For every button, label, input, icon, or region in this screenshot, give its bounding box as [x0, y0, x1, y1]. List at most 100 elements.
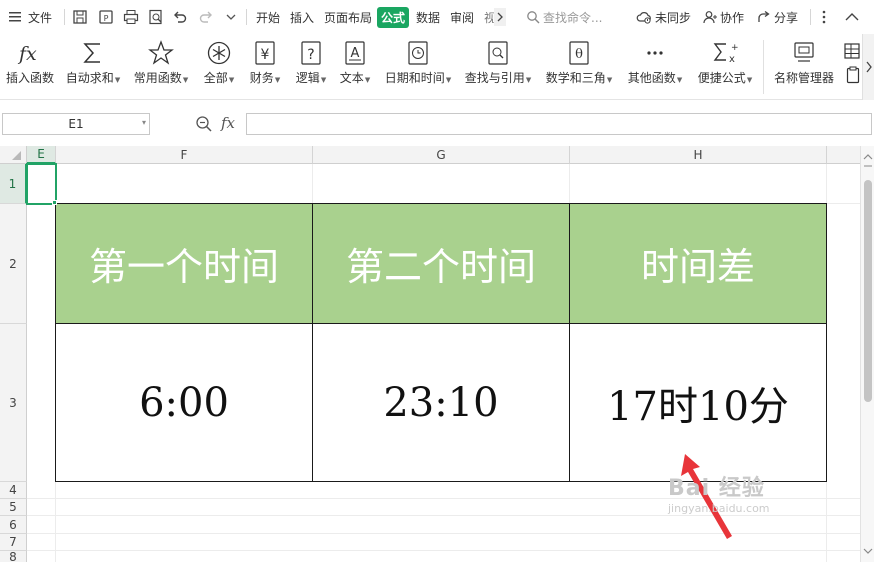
- autosum-button[interactable]: 自动求和▼: [64, 38, 122, 96]
- row-header-1[interactable]: 1: [0, 164, 27, 204]
- name-box-dropdown-icon[interactable]: ▾: [142, 118, 146, 127]
- math-trig-label: 数学和三角: [545, 71, 606, 85]
- all-functions-label: 全部: [203, 71, 228, 85]
- tabs-scroll-right[interactable]: [494, 0, 506, 34]
- fill-handle[interactable]: [52, 200, 57, 205]
- table-value-cell[interactable]: 6:00: [55, 323, 313, 482]
- name-manager-button[interactable]: 名称管理器: [770, 38, 838, 96]
- table-header-cell[interactable]: 时间差: [569, 203, 827, 324]
- file-menu-label: 文件: [28, 10, 53, 25]
- share-button[interactable]: 分享: [757, 0, 798, 34]
- sigma-sum-icon: [83, 43, 100, 63]
- quick-formula-button[interactable]: + x 便捷公式▼: [694, 38, 756, 96]
- name-box-value: E1: [68, 117, 84, 131]
- all-functions-button[interactable]: 全部▼: [200, 38, 238, 96]
- financial-functions-button[interactable]: ¥ 财务▼: [246, 38, 284, 96]
- column-header-g[interactable]: G: [313, 146, 570, 164]
- table-header-cell[interactable]: 第一个时间: [55, 203, 313, 324]
- more-options-button[interactable]: [821, 0, 827, 34]
- star-icon: [148, 40, 174, 65]
- print-button[interactable]: [123, 0, 139, 34]
- financial-functions-label: 财务: [249, 71, 274, 85]
- collapse-ribbon-button[interactable]: [845, 0, 859, 34]
- chevron-up-icon: [845, 13, 859, 21]
- search-icon: [527, 11, 540, 24]
- insert-function-label: 插入函数: [5, 71, 54, 85]
- file-menu[interactable]: 文件: [8, 0, 52, 34]
- row-header-2[interactable]: 2: [0, 204, 27, 324]
- lookup-reference-button[interactable]: 查找与引用▼: [462, 38, 534, 96]
- scrollbar-thumb[interactable]: [864, 180, 872, 402]
- redo-icon: [199, 11, 212, 23]
- tab-review[interactable]: 审阅: [450, 0, 474, 34]
- svg-text:?: ?: [307, 47, 314, 63]
- watermark-main-text: Bai 经验: [668, 476, 765, 501]
- print-preview-button[interactable]: [148, 0, 164, 34]
- chevron-right-icon: [494, 8, 506, 26]
- name-box[interactable]: E1 ▾: [2, 113, 150, 135]
- yen-icon: ¥: [255, 41, 275, 65]
- svg-text:+: +: [731, 43, 738, 53]
- sigma-x-icon: +x: [713, 43, 738, 65]
- pdf-icon: P: [99, 10, 113, 24]
- tab-data[interactable]: 数据: [416, 0, 440, 34]
- tab-formulas[interactable]: 公式: [377, 0, 410, 34]
- text-functions-button[interactable]: A 文本▼: [336, 38, 374, 96]
- select-all-triangle-icon: [12, 151, 21, 160]
- svg-text:fx: fx: [17, 43, 37, 65]
- paste-name-button[interactable]: [846, 66, 860, 87]
- tab-insert[interactable]: 插入: [290, 0, 314, 34]
- save-button[interactable]: [72, 0, 88, 34]
- command-search[interactable]: 查找命令...: [526, 0, 602, 34]
- svg-text:P: P: [104, 14, 109, 23]
- row-header-8[interactable]: 8: [0, 551, 27, 562]
- row-header-7[interactable]: 7: [0, 534, 27, 551]
- select-all-corner[interactable]: [0, 146, 27, 164]
- export-pdf-button[interactable]: P: [98, 0, 114, 34]
- print-preview-icon: [149, 9, 162, 25]
- insert-function-button[interactable]: fx 插入函数: [4, 38, 56, 96]
- math-trig-button[interactable]: θ 数学和三角▼: [543, 38, 615, 96]
- column-header-e[interactable]: E: [27, 146, 56, 164]
- search-box-icon: [488, 41, 508, 65]
- tab-page-layout[interactable]: 页面布局: [324, 0, 372, 34]
- table-value-cell[interactable]: 23:10: [312, 323, 570, 482]
- scroll-down-icon[interactable]: [861, 544, 874, 558]
- lookup-reference-label: 查找与引用: [464, 71, 525, 85]
- autosum-label: 自动求和: [65, 71, 114, 85]
- share-label: 分享: [774, 10, 799, 25]
- tab-home[interactable]: 开始: [256, 0, 280, 34]
- scroll-top-icon[interactable]: [861, 162, 874, 176]
- common-functions-button[interactable]: 常用函数▼: [132, 38, 190, 96]
- other-functions-label: 其他函数: [627, 71, 676, 85]
- other-functions-button[interactable]: 其他函数▼: [624, 38, 686, 96]
- undo-icon: [174, 11, 187, 23]
- svg-text:¥: ¥: [261, 47, 270, 63]
- active-cell-e1[interactable]: [26, 163, 57, 205]
- table-header-cell[interactable]: 第二个时间: [312, 203, 570, 324]
- date-time-functions-button[interactable]: 日期和时间▼: [382, 38, 454, 96]
- text-a-icon: A: [345, 41, 365, 65]
- logical-functions-label: 逻辑: [295, 71, 320, 85]
- formula-input[interactable]: [246, 113, 872, 135]
- column-header-f[interactable]: F: [56, 146, 313, 164]
- column-header-h[interactable]: H: [570, 146, 827, 164]
- row-header-4[interactable]: 4: [0, 482, 27, 499]
- ribbon-scroll-right[interactable]: [862, 34, 874, 100]
- sync-status-button[interactable]: 未同步: [636, 0, 691, 34]
- svg-text:A: A: [351, 46, 360, 61]
- collaborate-button[interactable]: 协作: [703, 0, 744, 34]
- row-header-5[interactable]: 5: [0, 499, 27, 516]
- redo-button[interactable]: [198, 0, 214, 34]
- insert-function-fx-button[interactable]: fx: [221, 114, 235, 132]
- vertical-scrollbar[interactable]: [860, 146, 874, 562]
- watermark-url-text: jingyan.baidu.com: [668, 502, 770, 515]
- asterisk-circle-icon: [207, 41, 231, 65]
- logical-functions-button[interactable]: ? 逻辑▼: [292, 38, 330, 96]
- quick-access-dropdown[interactable]: [226, 0, 236, 34]
- zoom-formula-button[interactable]: [195, 115, 213, 136]
- row-header-3[interactable]: 3: [0, 324, 27, 482]
- column-header-next[interactable]: [827, 146, 860, 164]
- undo-button[interactable]: [172, 0, 188, 34]
- row-header-6[interactable]: 6: [0, 516, 27, 534]
